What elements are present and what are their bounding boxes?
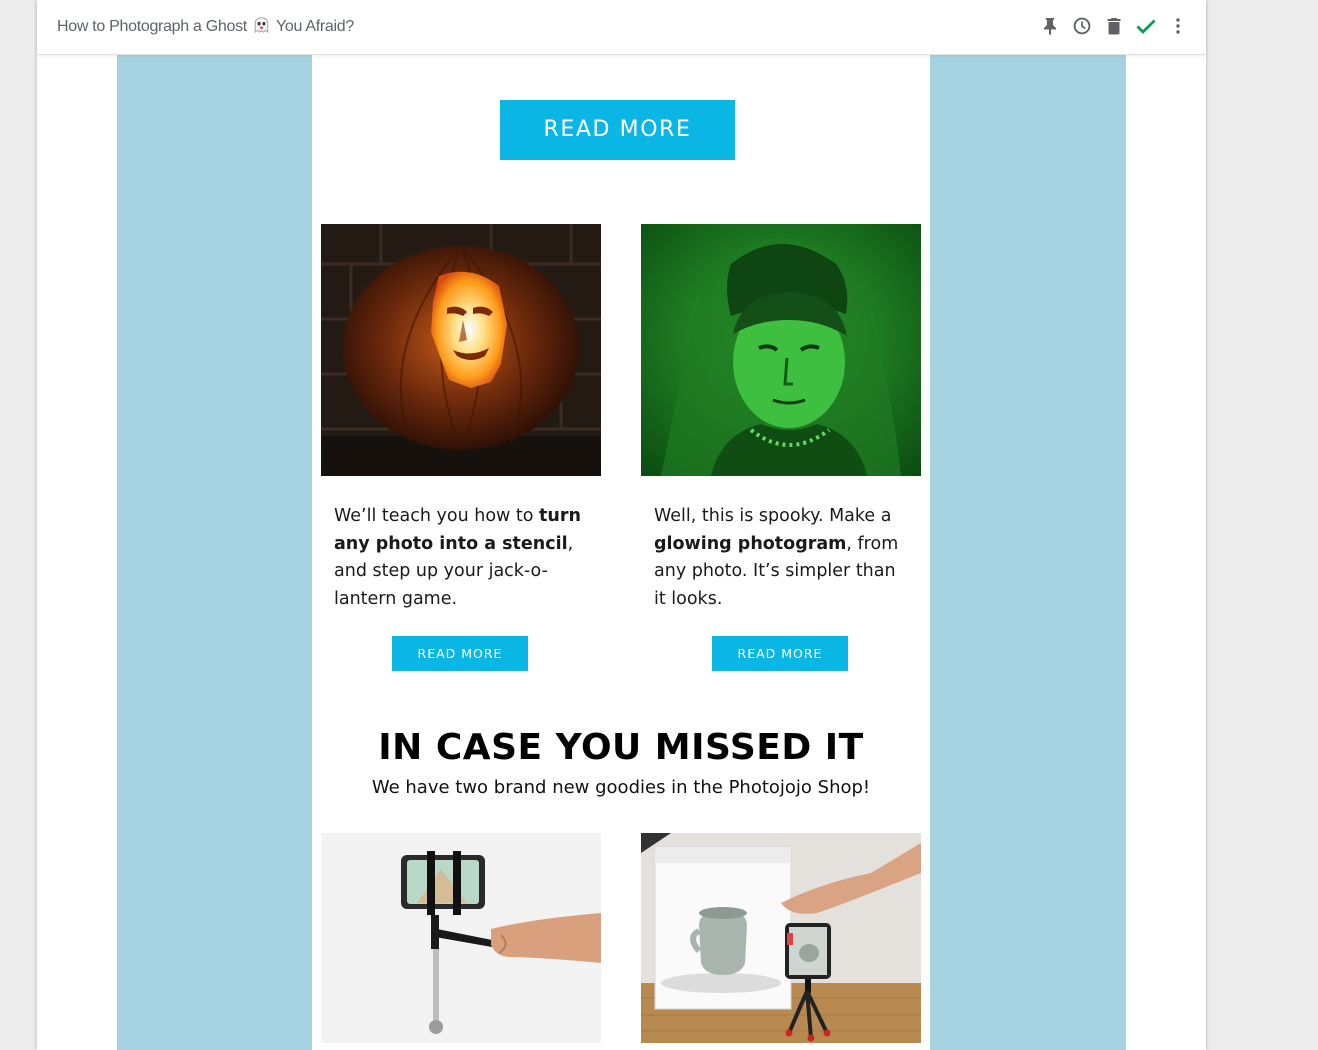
- email-actions: [1040, 14, 1188, 38]
- trash-icon[interactable]: [1104, 14, 1124, 38]
- missed-it-subheading: We have two brand new goodies in the Pho…: [371, 777, 871, 798]
- phone-stabilizer-product-photo[interactable]: [321, 833, 601, 1043]
- glowing-photogram-photo[interactable]: [641, 224, 921, 476]
- article-2-text-start: Well, this is spooky. Make a: [654, 506, 892, 526]
- read-more-photogram-button[interactable]: READ MORE: [712, 636, 848, 671]
- newsletter-background: READ MORE We’ll teach you how to turn an…: [117, 55, 1126, 1050]
- ghost-emoji-icon: [254, 17, 269, 34]
- article-1-description: We’ll teach you how to turn any photo in…: [334, 503, 584, 613]
- read-more-main-button[interactable]: READ MORE: [500, 100, 735, 160]
- article-2-description: Well, this is spooky. Make a glowing pho…: [654, 503, 904, 613]
- article-2-bold-text: glowing photogram: [654, 533, 847, 554]
- subject-text-end: You Afraid?: [275, 18, 354, 35]
- pin-icon[interactable]: [1040, 14, 1060, 38]
- done-check-icon[interactable]: [1136, 14, 1156, 38]
- subject-text-start: How to Photograph a Ghost: [57, 18, 247, 35]
- lightbox-studio-product-photo[interactable]: [641, 833, 921, 1043]
- read-more-stencil-button[interactable]: READ MORE: [392, 636, 528, 671]
- email-window: How to Photograph a Ghost You Afraid? RE…: [37, 0, 1206, 1050]
- newsletter-content: READ MORE We’ll teach you how to turn an…: [312, 55, 930, 1050]
- pumpkin-stencil-photo[interactable]: [321, 224, 601, 476]
- email-subject: How to Photograph a Ghost You Afraid?: [57, 16, 354, 36]
- missed-it-heading: IN CASE YOU MISSED IT: [378, 727, 864, 768]
- article-1-text-start: We’ll teach you how to: [334, 506, 540, 526]
- more-vert-icon[interactable]: [1168, 14, 1188, 38]
- email-header-bar: How to Photograph a Ghost You Afraid?: [37, 0, 1206, 55]
- snooze-clock-icon[interactable]: [1072, 14, 1092, 38]
